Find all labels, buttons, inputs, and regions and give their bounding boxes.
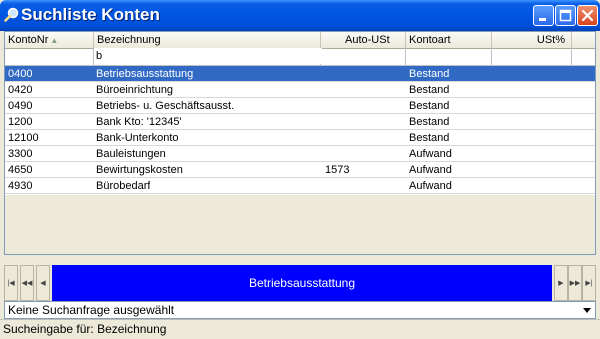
record-navigator: |◀ ◀◀ ◀ Betriebsausstattung ▶ ▶▶ ▶|	[4, 265, 596, 301]
cell-kontoart: Bestand	[409, 100, 450, 112]
column-header-kontonr[interactable]: KontoNr ▲	[5, 32, 94, 48]
cell-kontonr: 3300	[8, 148, 33, 160]
column-header-bezeichnung[interactable]: Bezeichnung	[94, 32, 321, 48]
cell-kontoart: Bestand	[409, 132, 450, 144]
cell-bezeichnung: Betriebsausstattung	[96, 68, 194, 80]
cell-bezeichnung: Bewirtungskosten	[96, 164, 183, 176]
column-header-label: KontoNr	[8, 34, 49, 46]
cell-bezeichnung: Bank Kto: '12345'	[96, 116, 182, 128]
cell-kontonr: 4650	[8, 164, 33, 176]
status-bar: Sucheingabe für: Bezeichnung	[0, 319, 600, 339]
cell-kontonr: 1200	[8, 116, 33, 128]
last-record-icon: ▶|	[585, 280, 593, 287]
sort-ascending-icon: ▲	[50, 36, 59, 45]
minimize-button[interactable]	[533, 5, 554, 26]
search-query-select[interactable]: Keine Suchanfrage ausgewählt	[4, 301, 596, 319]
next-record-icon: ▶	[558, 280, 564, 287]
accounts-grid[interactable]: KontoNr ▲ Bezeichnung Auto-USt Kontoart U…	[4, 31, 596, 255]
table-row[interactable]: 4930 Bürobedarf Aufwand	[5, 178, 595, 194]
cell-kontonr: 0400	[8, 68, 33, 80]
search-query-value: Keine Suchanfrage ausgewählt	[8, 303, 175, 317]
cell-bezeichnung: Bauleistungen	[96, 148, 166, 160]
cell-auto-ust: 1573	[325, 164, 350, 176]
filter-cell-auto-ust[interactable]	[321, 48, 406, 65]
next-page-icon: ▶▶	[569, 280, 581, 287]
search-window: Suchliste Konten KontoNr ▲ Bezeichnung Au…	[0, 0, 600, 339]
grid-header: KontoNr ▲ Bezeichnung Auto-USt Kontoart U…	[5, 32, 595, 49]
column-header-auto-ust[interactable]: Auto-USt	[321, 32, 406, 48]
maximize-button[interactable]	[555, 5, 576, 26]
prev-record-icon: ◀	[40, 280, 46, 287]
column-header-label: Kontoart	[409, 34, 451, 46]
cell-kontonr: 0490	[8, 100, 33, 112]
column-header-label: Bezeichnung	[97, 34, 161, 46]
filter-input-bezeichnung[interactable]	[94, 48, 322, 64]
current-record-label: Betriebsausstattung	[52, 265, 552, 301]
minimize-icon	[539, 18, 546, 21]
search-icon	[4, 7, 19, 22]
prev-page-icon: ◀◀	[21, 280, 33, 287]
column-header-label: USt%	[536, 34, 565, 46]
grid-empty-area	[5, 195, 595, 254]
cell-kontoart: Aufwand	[409, 148, 452, 160]
prev-record-button[interactable]: ◀	[36, 265, 50, 301]
dropdown-button[interactable]	[580, 303, 594, 317]
table-row[interactable]: 0490 Betriebs- u. Geschäftsausst. Bestan…	[5, 98, 595, 114]
cell-kontoart: Bestand	[409, 84, 450, 96]
cell-bezeichnung: Bank-Unterkonto	[96, 132, 179, 144]
prev-page-button[interactable]: ◀◀	[20, 265, 34, 301]
table-row[interactable]: 4650 Bewirtungskosten 1573 Aufwand	[5, 162, 595, 178]
close-button[interactable]	[577, 5, 598, 26]
next-page-button[interactable]: ▶▶	[568, 265, 582, 301]
cell-kontoart: Aufwand	[409, 180, 452, 192]
column-header-ust[interactable]: USt%	[492, 32, 572, 48]
first-record-icon: |◀	[7, 280, 15, 287]
filter-row	[5, 48, 595, 66]
status-text: Sucheingabe für: Bezeichnung	[3, 322, 167, 336]
column-header-kontoart[interactable]: Kontoart	[406, 32, 492, 48]
table-row[interactable]: 0420 Büroeinrichtung Bestand	[5, 82, 595, 98]
maximize-icon	[559, 9, 572, 22]
table-row[interactable]: 0400 Betriebsausstattung Bestand	[5, 66, 595, 82]
table-row[interactable]: 1200 Bank Kto: '12345' Bestand	[5, 114, 595, 130]
first-record-button[interactable]: |◀	[4, 265, 18, 301]
table-row[interactable]: 3300 Bauleistungen Aufwand	[5, 146, 595, 162]
cell-kontoart: Aufwand	[409, 164, 452, 176]
title-bar[interactable]: Suchliste Konten	[0, 0, 600, 31]
cell-kontoart: Bestand	[409, 116, 450, 128]
next-record-button[interactable]: ▶	[554, 265, 568, 301]
filter-cell-kontoart[interactable]	[406, 48, 492, 65]
last-record-button[interactable]: ▶|	[582, 265, 596, 301]
cell-kontoart: Bestand	[409, 68, 450, 80]
cell-bezeichnung: Betriebs- u. Geschäftsausst.	[96, 100, 235, 112]
close-icon	[581, 9, 594, 22]
filter-cell-kontonr[interactable]	[5, 48, 94, 65]
column-header-label: Auto-USt	[345, 34, 390, 46]
table-row[interactable]: 12100 Bank-Unterkonto Bestand	[5, 130, 595, 146]
cell-kontonr: 12100	[8, 132, 39, 144]
cell-bezeichnung: Bürobedarf	[96, 180, 151, 192]
cell-bezeichnung: Büroeinrichtung	[96, 84, 174, 96]
window-title: Suchliste Konten	[21, 5, 160, 24]
cell-kontonr: 0420	[8, 84, 33, 96]
filter-cell-ust[interactable]	[492, 48, 572, 65]
chevron-down-icon	[583, 308, 591, 313]
cell-kontonr: 4930	[8, 180, 33, 192]
